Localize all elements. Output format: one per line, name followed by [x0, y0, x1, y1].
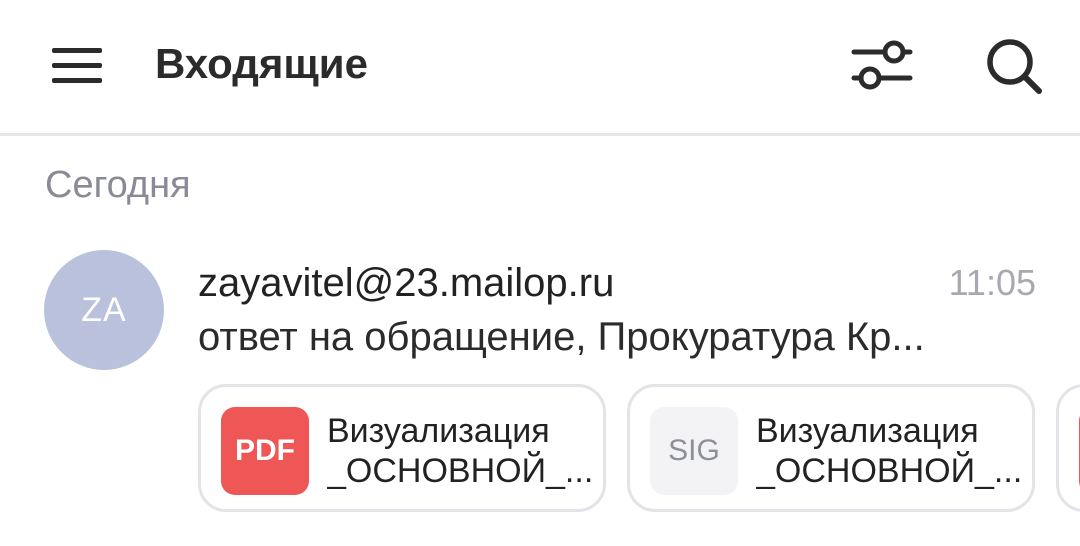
- file-type-label: PDF: [235, 434, 295, 467]
- hamburger-menu-icon: [52, 48, 102, 83]
- avatar: ZA: [44, 250, 164, 370]
- filter-button[interactable]: [844, 32, 920, 98]
- top-app-bar: Входящие: [0, 0, 1080, 136]
- attachments-strip[interactable]: PDF Визуализация _ОСНОВНОЙ_... SIG Визуа…: [198, 384, 1080, 516]
- avatar-initials: ZA: [81, 290, 127, 329]
- date-section-label: Сегодня: [45, 164, 191, 206]
- attachment-name: Визуализация _ОСНОВНОЙ_...: [327, 411, 597, 491]
- attachment-name: Визуализация _ОСНОВНОЙ_...: [756, 411, 1026, 491]
- attachment-card[interactable]: SIG Визуализация _ОСНОВНОЙ_...: [627, 384, 1035, 512]
- attachment-name-line2: _ОСНОВНОЙ_...: [327, 452, 594, 490]
- attachment-name-line1: Визуализация: [756, 412, 979, 450]
- attachment-card[interactable]: PDF Визуализация _ОСНОВНОЙ_...: [198, 384, 606, 512]
- file-type-label: SIG: [668, 434, 720, 467]
- message-sender: zayavitel@23.mailop.ru: [198, 261, 615, 305]
- message-time: 11:05: [948, 262, 1036, 303]
- filter-sliders-icon: [851, 40, 913, 90]
- search-icon: [987, 39, 1042, 94]
- search-button[interactable]: [976, 30, 1052, 100]
- sig-file-icon: SIG: [650, 407, 738, 495]
- message-subject: ответ на обращение, Прокуратура Кр...: [198, 315, 925, 359]
- attachment-card[interactable]: [1056, 384, 1080, 512]
- attachment-name-line1: Визуализация: [327, 412, 550, 450]
- attachment-name-line2: _ОСНОВНОЙ_...: [756, 452, 1023, 490]
- page-title: Входящие: [155, 40, 368, 87]
- menu-button[interactable]: [44, 36, 110, 96]
- pdf-file-icon: PDF: [221, 407, 309, 495]
